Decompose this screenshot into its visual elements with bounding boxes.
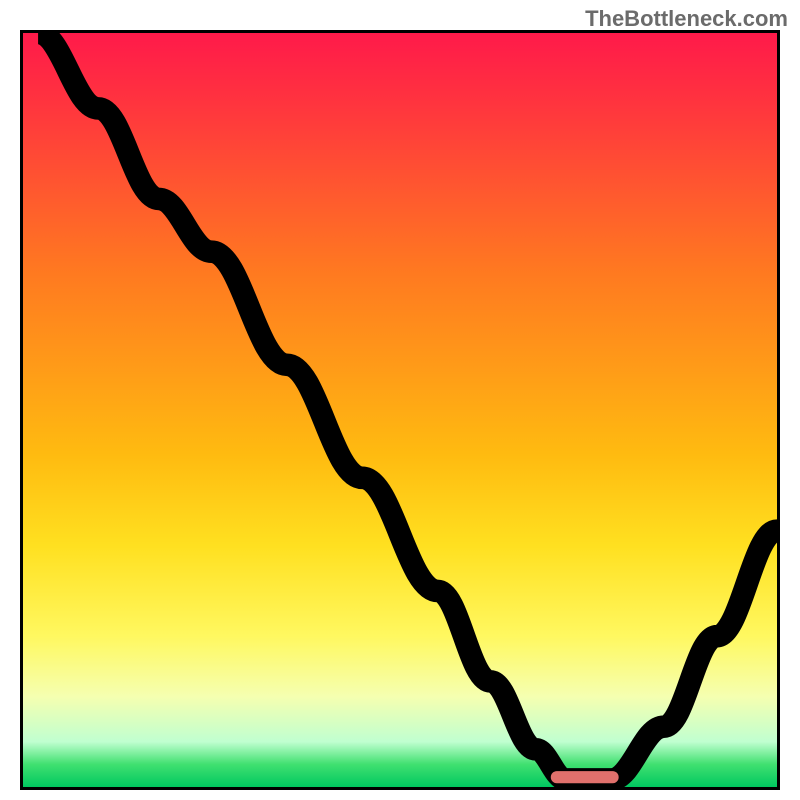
chart-plot-area: [20, 30, 780, 790]
watermark-text: TheBottleneck.com: [585, 6, 788, 32]
bottleneck-curve: [38, 33, 777, 779]
optimal-marker: [551, 771, 619, 783]
chart-svg: [23, 33, 777, 787]
